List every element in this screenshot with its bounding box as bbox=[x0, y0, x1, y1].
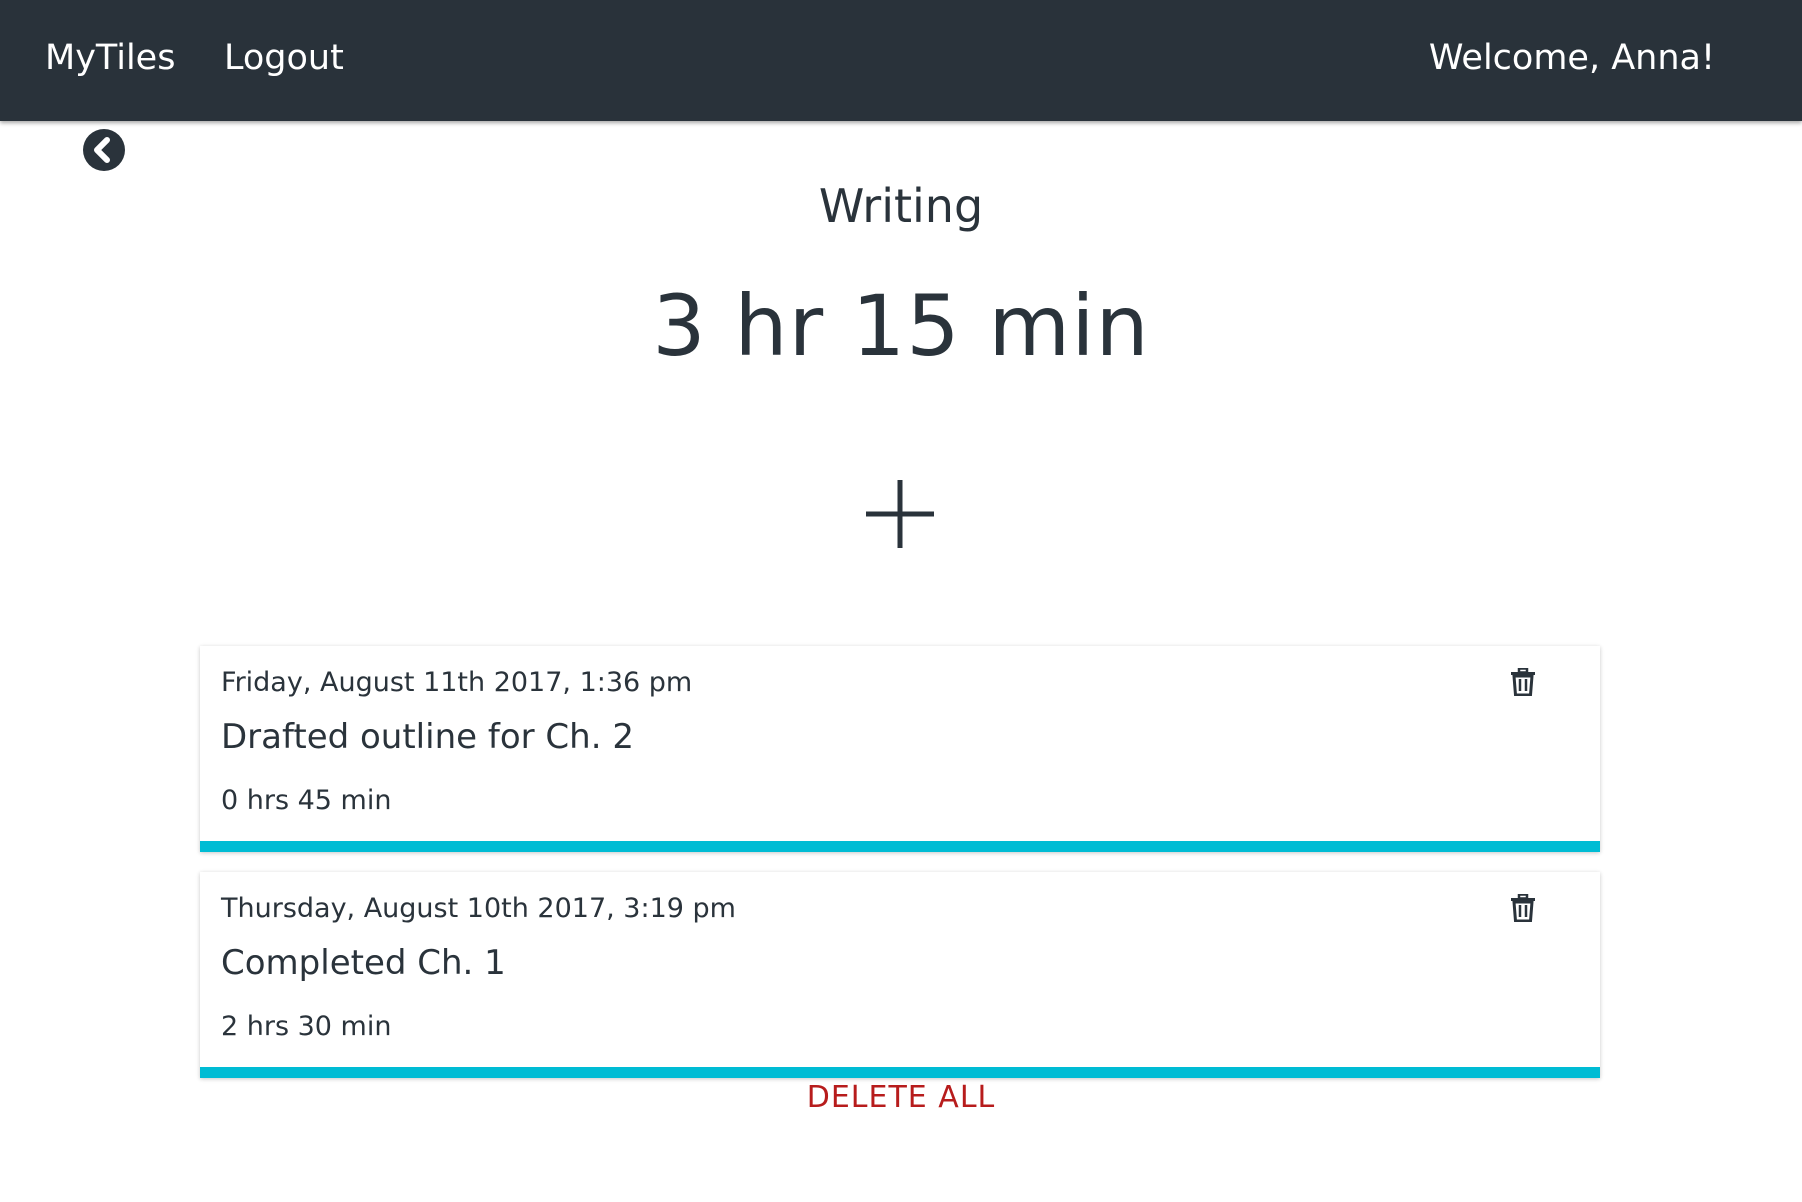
entry-accent-bar bbox=[200, 841, 1600, 852]
entry-description: Drafted outline for Ch. 2 bbox=[221, 717, 634, 757]
entry-card: Friday, August 11th 2017, 1:36 pm Drafte… bbox=[200, 646, 1600, 852]
entry-description: Completed Ch. 1 bbox=[221, 943, 506, 983]
entry-date: Friday, August 11th 2017, 1:36 pm bbox=[221, 667, 693, 698]
entry-accent-bar bbox=[200, 1067, 1600, 1078]
plus-icon bbox=[866, 480, 934, 548]
page-title: Writing bbox=[818, 179, 984, 233]
trash-icon bbox=[1511, 894, 1535, 922]
logout-link[interactable]: Logout bbox=[224, 36, 344, 80]
chevron-left-circle-icon bbox=[83, 129, 125, 171]
entry-duration: 2 hrs 30 min bbox=[221, 1011, 392, 1042]
brand-link[interactable]: MyTiles bbox=[45, 36, 175, 80]
delete-entry-button[interactable] bbox=[1510, 894, 1536, 922]
delete-all-button[interactable]: DELETE ALL bbox=[0, 1078, 1802, 1118]
top-navbar: MyTiles Logout Welcome, Anna! bbox=[0, 0, 1802, 121]
entry-card: Thursday, August 10th 2017, 3:19 pm Comp… bbox=[200, 872, 1600, 1078]
entry-date: Thursday, August 10th 2017, 3:19 pm bbox=[221, 893, 736, 924]
total-time: 3 hr 15 min bbox=[652, 277, 1150, 375]
trash-icon bbox=[1511, 668, 1535, 696]
entry-list: Friday, August 11th 2017, 1:36 pm Drafte… bbox=[200, 646, 1600, 1098]
entry-duration: 0 hrs 45 min bbox=[221, 785, 392, 816]
welcome-message: Welcome, Anna! bbox=[1428, 38, 1715, 78]
delete-entry-button[interactable] bbox=[1510, 668, 1536, 696]
back-button[interactable] bbox=[83, 129, 125, 171]
add-entry-button[interactable] bbox=[864, 478, 936, 550]
